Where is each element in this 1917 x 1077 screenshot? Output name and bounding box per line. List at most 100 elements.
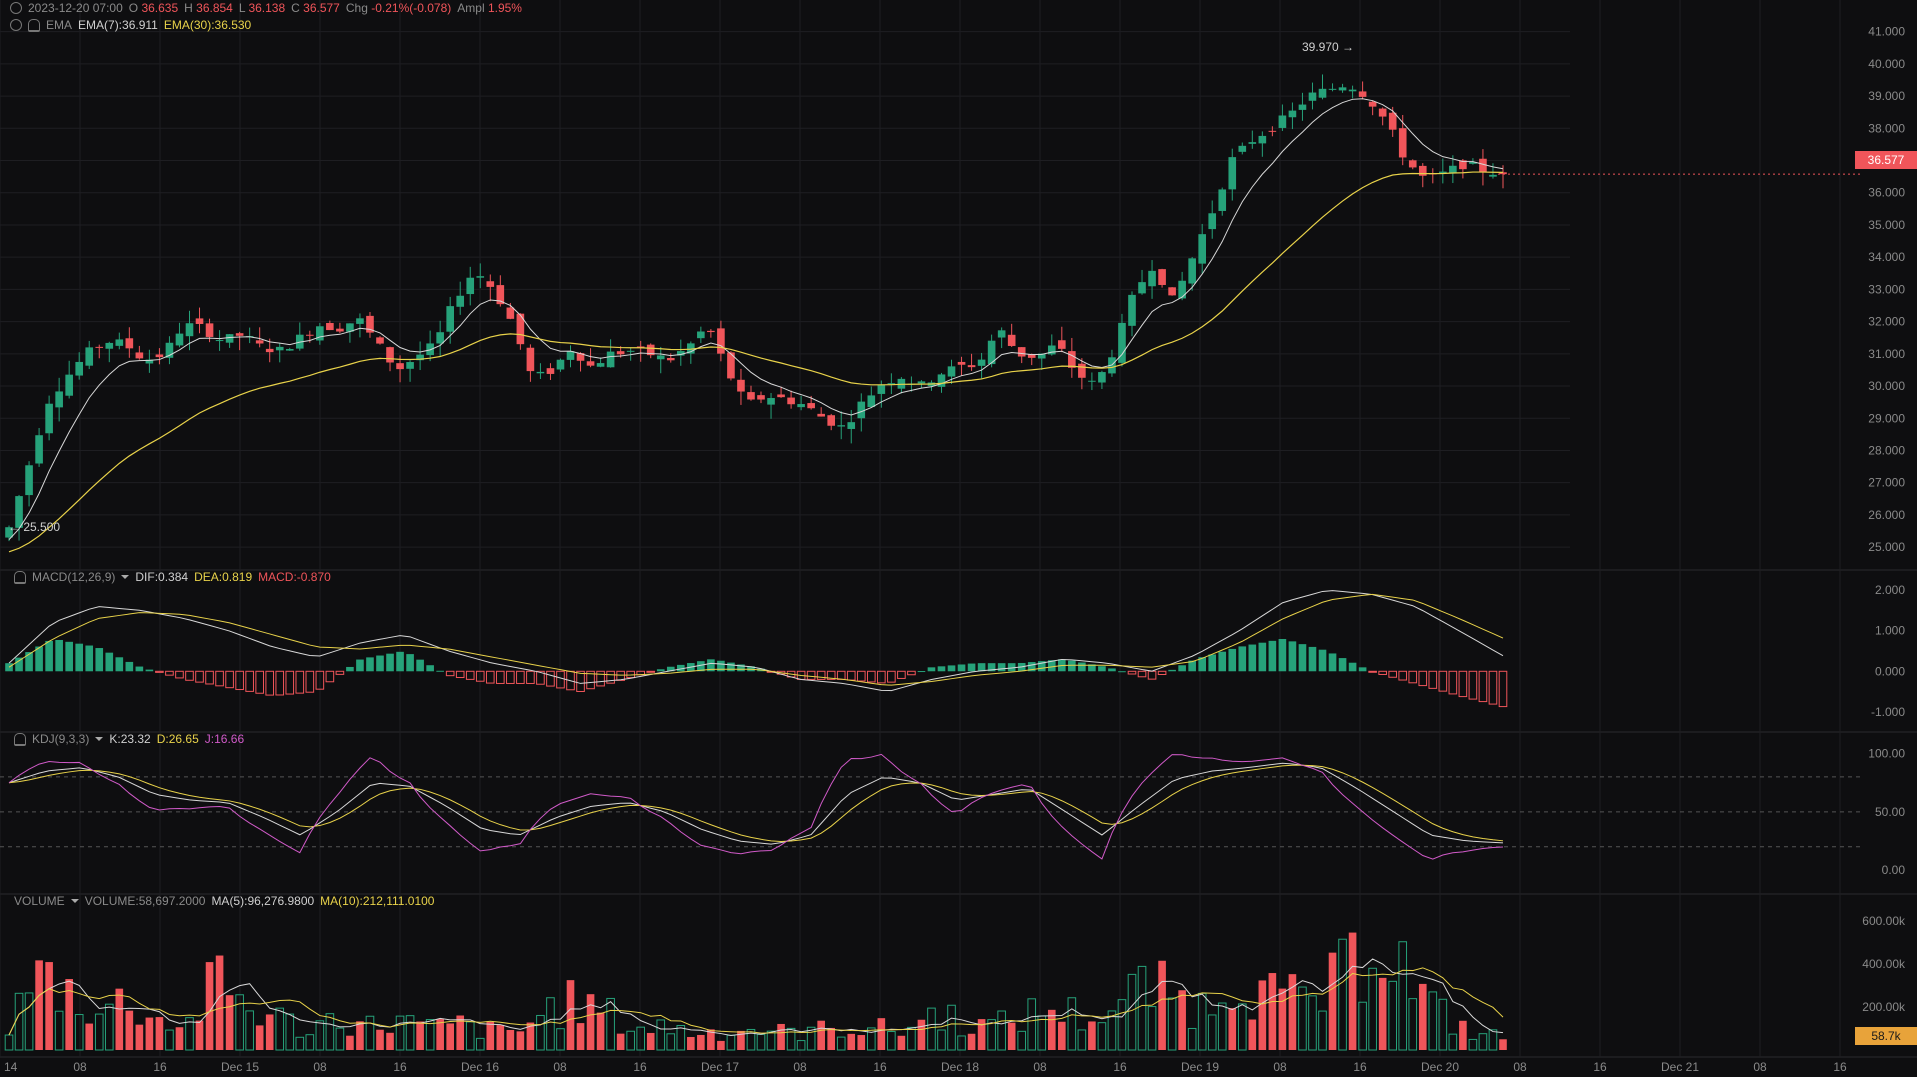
macd-histogram-bar bbox=[95, 648, 104, 672]
volume-bar bbox=[1378, 977, 1387, 1050]
candle-body bbox=[35, 435, 43, 464]
candle-body bbox=[1148, 270, 1156, 287]
candle-body bbox=[526, 347, 535, 372]
candle-body bbox=[456, 295, 465, 307]
candle-body bbox=[1348, 89, 1357, 92]
x-tick-label: 08 bbox=[1273, 1060, 1287, 1074]
volume-bar bbox=[446, 1023, 454, 1050]
candle-body bbox=[85, 347, 94, 366]
volume-bar bbox=[145, 1017, 154, 1050]
volume-bar bbox=[94, 1013, 104, 1051]
chevron-down-icon[interactable] bbox=[121, 575, 130, 579]
macd-histogram-bar bbox=[1168, 669, 1176, 672]
volume-bar bbox=[827, 1027, 836, 1050]
volume-bar bbox=[766, 1030, 776, 1051]
candle-body bbox=[1068, 351, 1076, 368]
kdj-label[interactable]: KDJ(9,3,3) bbox=[32, 732, 89, 746]
macd-histogram-bar bbox=[937, 666, 946, 672]
close-label: C bbox=[291, 1, 300, 15]
candle-body bbox=[917, 381, 926, 384]
kdj-tick-label: 100.00 bbox=[1868, 747, 1905, 761]
volume-tick-label: 600.00k bbox=[1862, 914, 1906, 928]
volume-bar bbox=[45, 962, 53, 1050]
candle-body bbox=[396, 363, 404, 370]
macd-histogram-bar bbox=[165, 670, 174, 676]
volume-bar bbox=[165, 1029, 174, 1051]
bell-icon[interactable] bbox=[28, 18, 40, 32]
candle-body bbox=[616, 351, 625, 355]
macd-histogram-bar bbox=[1118, 671, 1126, 673]
volume-bar bbox=[335, 1027, 345, 1051]
volume-bar bbox=[115, 988, 124, 1050]
macd-pane bbox=[5, 590, 1508, 708]
volume-bar bbox=[927, 1007, 936, 1051]
collapse-icon[interactable] bbox=[10, 19, 22, 31]
bell-icon[interactable] bbox=[14, 570, 26, 584]
x-tick-label: 16 bbox=[873, 1060, 887, 1074]
candle-body bbox=[546, 368, 555, 374]
candle-body bbox=[1358, 91, 1367, 97]
collapse-icon[interactable] bbox=[10, 2, 22, 14]
trading-chart[interactable]: 14 08 16 Dec 15 08 16 Dec 16 08 16 Dec 17 08 16 Dec … bbox=[0, 0, 1917, 1077]
volume-bar bbox=[1217, 1002, 1227, 1051]
x-tick-label: Dec 21 bbox=[1661, 1060, 1699, 1074]
volume-label[interactable]: VOLUME bbox=[14, 894, 65, 908]
price-tick-label: 32.000 bbox=[1868, 315, 1905, 329]
macd-histogram-bar bbox=[1288, 641, 1297, 672]
volume-bar bbox=[416, 1021, 424, 1050]
x-tick-label: Dec 16 bbox=[461, 1060, 499, 1074]
macd-histogram-bar bbox=[215, 670, 224, 687]
volume-bar bbox=[656, 1019, 666, 1051]
macd-histogram-bar bbox=[115, 657, 124, 672]
ema7-value: EMA(7):36.911 bbox=[78, 18, 158, 32]
x-tick-label: 16 bbox=[393, 1060, 407, 1074]
volume-bar bbox=[346, 1035, 354, 1050]
macd-histogram-bar bbox=[356, 659, 364, 672]
volume-bar bbox=[1298, 986, 1307, 1051]
volume-bar bbox=[836, 1036, 846, 1051]
macd-histogram-bar bbox=[85, 645, 94, 672]
candle-body bbox=[847, 422, 856, 429]
volume-bar bbox=[1258, 980, 1267, 1050]
macd-histogram-bar bbox=[416, 659, 424, 672]
macd-histogram-bar bbox=[406, 654, 414, 672]
volume-bar bbox=[1499, 1039, 1507, 1050]
candle-body bbox=[737, 379, 745, 392]
ema-label[interactable]: EMA bbox=[46, 18, 72, 32]
candle-body bbox=[1128, 294, 1136, 326]
volume-bar bbox=[887, 1031, 896, 1051]
candle-body bbox=[1398, 128, 1407, 158]
volume-bar bbox=[866, 1027, 876, 1051]
chevron-down-icon[interactable] bbox=[95, 737, 104, 741]
candlestick-series[interactable] bbox=[5, 74, 1507, 542]
candle-body bbox=[65, 374, 73, 396]
volume-bar bbox=[957, 1035, 966, 1051]
candle-body bbox=[1017, 347, 1026, 357]
candle-body bbox=[1439, 171, 1447, 173]
volume-bar bbox=[586, 994, 595, 1050]
macd-label[interactable]: MACD(12,26,9) bbox=[32, 570, 115, 584]
macd-histogram-bar bbox=[1127, 670, 1137, 675]
macd-histogram-bar bbox=[1468, 670, 1478, 700]
candle-body bbox=[586, 361, 595, 366]
volume-bar bbox=[175, 1027, 184, 1050]
kdj-tick-label: 50.00 bbox=[1875, 805, 1905, 819]
macd-histogram-bar bbox=[255, 670, 264, 694]
macd-histogram-bar bbox=[1348, 662, 1357, 672]
candle-body bbox=[115, 339, 124, 346]
volume-bar bbox=[1167, 997, 1177, 1051]
ema-header: EMA EMA(7):36.911 EMA(30):36.530 bbox=[10, 18, 251, 32]
volume-bar bbox=[215, 955, 224, 1050]
candle-body bbox=[336, 328, 344, 332]
chevron-down-icon[interactable] bbox=[70, 899, 79, 903]
candle-body bbox=[215, 340, 224, 342]
volume-bar bbox=[1368, 967, 1377, 1051]
macd-tick-label: -1.000 bbox=[1871, 705, 1905, 719]
volume-bar bbox=[1077, 1029, 1087, 1051]
candle-body bbox=[1058, 340, 1066, 349]
macd-histogram-bar bbox=[967, 663, 976, 672]
volume-bar bbox=[1237, 1003, 1247, 1051]
volume-bar bbox=[325, 1013, 335, 1051]
axis-labels: 14 08 16 Dec 15 08 16 Dec 16 08 16 Dec 17 08 16 Dec … bbox=[4, 25, 1906, 1074]
bell-icon[interactable] bbox=[14, 732, 26, 746]
